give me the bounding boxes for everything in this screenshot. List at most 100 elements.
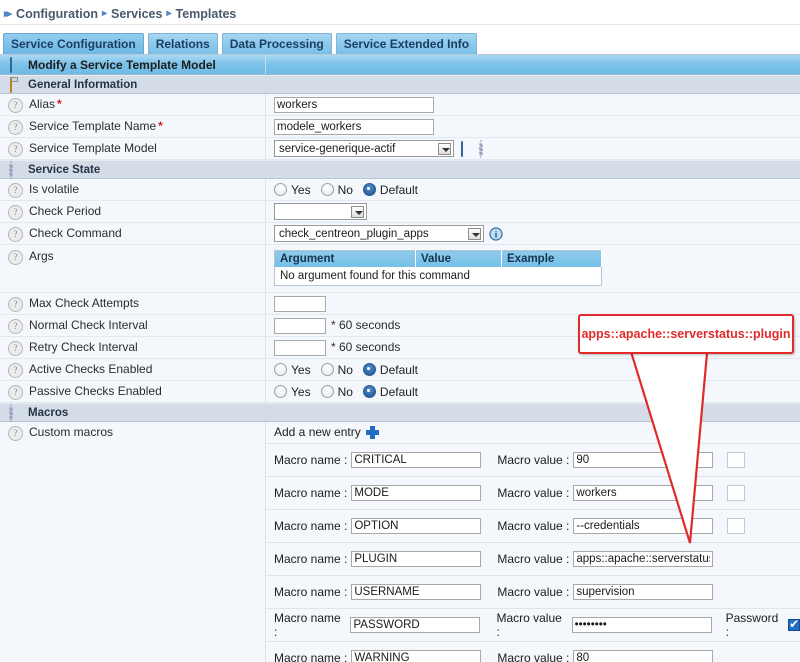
args-empty-message: No argument found for this command [275,267,602,286]
breadcrumb-item-configuration[interactable]: Configuration [16,7,98,21]
retry-check-interval-suffix: * 60 seconds [331,340,400,355]
help-icon[interactable]: ? [8,385,23,400]
section-title: General Information [28,79,137,91]
help-icon[interactable]: ? [8,183,23,198]
macro-name-input-OPTION[interactable] [351,518,481,534]
database-icon [8,58,22,72]
help-icon[interactable]: ? [8,363,23,378]
help-icon[interactable]: ? [8,120,23,135]
macro-name-input-PLUGIN[interactable] [351,551,481,567]
gear-icon[interactable] [478,142,492,156]
args-col-example: Example [502,251,602,268]
field-label-text: Check Period [29,204,101,219]
macro-value-PASSWORD[interactable] [572,617,712,633]
tab-service-extended-info[interactable]: Service Extended Info [336,33,477,54]
field-row-args: ? Args Argument Value Example No argumen… [0,245,800,293]
macro-name-input-USERNAME[interactable] [351,584,481,600]
macro-name-input-MODE[interactable] [351,485,481,501]
radio-yes[interactable] [274,385,287,398]
help-icon[interactable]: ? [8,98,23,113]
plus-icon[interactable] [366,426,379,439]
radio-label-default: Default [380,385,418,399]
radio-yes[interactable] [274,183,287,196]
info-database-icon[interactable] [459,142,473,156]
max-check-attempts-input[interactable] [274,296,326,312]
alias-input[interactable] [274,97,434,113]
section-header-general-information: General Information [0,75,800,94]
field-row-service-template-model: ? Service Template Model service-generiq… [0,138,800,160]
help-icon[interactable]: ? [8,142,23,157]
gear-icon [8,163,22,177]
macro-name-input-WARNING[interactable] [351,650,481,662]
macro-value-PLUGIN[interactable] [573,551,713,567]
radio-default[interactable] [363,385,376,398]
help-icon[interactable]: ? [8,297,23,312]
retry-check-interval-input[interactable] [274,340,326,356]
macro-value-CRITICAL[interactable] [573,452,713,468]
macro-value-label: Macro value : [497,552,569,566]
tab-data-processing[interactable]: Data Processing [222,33,332,54]
macro-password-placeholder [727,518,745,534]
normal-check-interval-suffix: * 60 seconds [331,318,400,333]
breadcrumb-item-templates[interactable]: Templates [175,7,236,21]
help-icon[interactable]: ? [8,426,23,441]
passive-checks-radio-group: Yes No Default [274,385,424,399]
radio-label-no: No [338,363,353,377]
macro-value-MODE[interactable] [573,485,713,501]
radio-default[interactable] [363,363,376,376]
help-icon[interactable]: ? [8,227,23,242]
macro-name-input-CRITICAL[interactable] [351,452,481,468]
radio-no[interactable] [321,363,334,376]
help-icon[interactable]: ? [8,250,23,265]
tab-relations[interactable]: Relations [148,33,218,54]
macro-name-label: Macro name : [274,611,346,639]
chevron-right-icon: ▸ [102,8,107,19]
check-period-select[interactable] [274,203,367,220]
tab-bar: Service Configuration Relations Data Pro… [0,31,800,54]
service-template-name-input[interactable] [274,119,434,135]
check-command-select[interactable]: check_centreon_plugin_apps [274,225,484,242]
breadcrumb-item-services[interactable]: Services [111,7,162,21]
field-row-passive-checks-enabled: ? Passive Checks Enabled Yes No Default [0,381,800,403]
radio-yes[interactable] [274,363,287,376]
macro-password-placeholder [727,485,745,501]
service-template-model-select[interactable]: service-generique-actif [274,140,454,157]
custom-macros-area: Add a new entry Macro name : Macro value… [266,422,800,662]
macro-row: Macro name : Macro value : [266,641,800,662]
field-row-max-check-attempts: ? Max Check Attempts [0,293,800,315]
help-icon[interactable]: ? [8,319,23,334]
radio-label-yes: Yes [291,363,311,377]
field-label-text: Custom macros [29,425,113,440]
macro-name-label: Macro name : [274,453,347,467]
macro-name-input-PASSWORD[interactable] [350,617,480,633]
field-label-text: Args [29,249,54,264]
selected-value: check_centreon_plugin_apps [279,228,429,240]
macro-password-checkbox[interactable] [788,619,800,631]
radio-no[interactable] [321,183,334,196]
radio-default[interactable] [363,183,376,196]
radio-no[interactable] [321,385,334,398]
add-new-entry-button[interactable]: Add a new entry [266,422,800,443]
macro-value-OPTION[interactable] [573,518,713,534]
required-marker: * [158,119,163,133]
field-label-text: Check Command [29,226,122,241]
required-marker: * [57,97,62,111]
help-icon[interactable]: ? [8,341,23,356]
macro-value-label: Macro value : [497,585,569,599]
macro-value-USERNAME[interactable] [573,584,713,600]
help-icon[interactable]: ? [8,205,23,220]
selected-value: service-generique-actif [279,143,395,155]
info-icon[interactable]: i [489,227,503,241]
chevron-down-icon[interactable] [438,143,451,155]
macro-password-toggle[interactable]: Password : [726,611,800,639]
macro-value-WARNING[interactable] [573,650,713,662]
macro-value-label: Macro value : [497,651,569,662]
chevron-down-icon[interactable] [351,206,364,218]
args-table-empty-row: No argument found for this command [275,267,602,286]
macro-value-label: Macro value : [496,611,567,639]
chevron-down-icon[interactable] [468,228,481,240]
normal-check-interval-input[interactable] [274,318,326,334]
tab-service-configuration[interactable]: Service Configuration [3,33,144,54]
is-volatile-radio-group: Yes No Default [274,183,424,197]
args-col-argument: Argument [275,251,416,268]
